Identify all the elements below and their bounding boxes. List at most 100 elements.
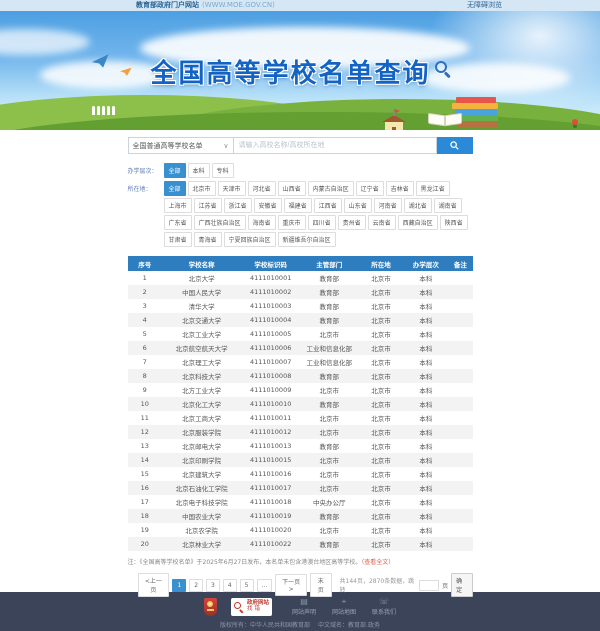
table-cell: 北京市 <box>359 383 404 397</box>
region-filter-24[interactable]: 贵州省 <box>338 215 366 230</box>
table-row: 3清华大学4111010003教育部北京市本科 <box>128 299 473 313</box>
page-jump-input[interactable] <box>419 580 439 591</box>
table-note: 注：《全国高等学校名单》于2025年6月27日发布，本名单未包含港澳台地区高等学… <box>128 557 473 566</box>
find-error-line2: 找错 <box>247 607 269 613</box>
table-cell: 3 <box>128 299 163 313</box>
region-filter-14[interactable]: 江西省 <box>314 198 342 213</box>
region-filter-21[interactable]: 海南省 <box>248 215 276 230</box>
table-cell <box>448 495 472 509</box>
region-filter-6[interactable]: 辽宁省 <box>356 181 384 196</box>
table-row: 16北京石油化工学院4111010017北京市北京市本科 <box>128 481 473 495</box>
search-input[interactable] <box>234 137 437 154</box>
table-row: 20北京林业大学4111010022教育部北京市本科 <box>128 537 473 551</box>
region-filter-8[interactable]: 黑龙江省 <box>416 181 450 196</box>
table-cell: 北京工业大学 <box>162 327 241 341</box>
region-filter-label: 所在地： <box>128 181 164 247</box>
level-filter-2[interactable]: 专科 <box>212 163 234 178</box>
page-button-2[interactable]: 2 <box>189 579 203 592</box>
region-filter-27[interactable]: 陕西省 <box>440 215 468 230</box>
region-filter-3[interactable]: 河北省 <box>248 181 276 196</box>
note-view-full-link[interactable]: （查看全文） <box>361 559 394 566</box>
table-cell: 北京市 <box>359 481 404 495</box>
region-filter-10[interactable]: 江苏省 <box>194 198 222 213</box>
prev-page-button[interactable]: <上一页 <box>138 573 170 597</box>
table-cell: 4111010022 <box>241 537 300 551</box>
accessibility-link[interactable]: 无障碍浏览 <box>467 0 502 11</box>
party-gov-badge-icon[interactable] <box>204 598 217 616</box>
region-filter-7[interactable]: 吉林省 <box>386 181 414 196</box>
table-cell: 清华大学 <box>162 299 241 313</box>
last-page-button[interactable]: 末页 <box>310 573 331 597</box>
region-filter-16[interactable]: 河南省 <box>374 198 402 213</box>
table-header-cell: 办学层次 <box>403 256 448 271</box>
table-header-cell: 主管部门 <box>300 256 359 271</box>
table-cell: 4111010002 <box>241 285 300 299</box>
table-cell: 4111010013 <box>241 439 300 453</box>
table-cell: 北京市 <box>359 271 404 285</box>
site-error-report-badge[interactable]: 政府网站 找错 <box>231 598 272 616</box>
flower-illustration <box>572 119 578 125</box>
chevron-down-icon: ∨ <box>223 142 228 150</box>
region-filter-25[interactable]: 云南省 <box>368 215 396 230</box>
page-button-5[interactable]: 5 <box>240 579 254 592</box>
next-page-button[interactable]: 下一页> <box>275 574 307 596</box>
region-filter-26[interactable]: 西藏自治区 <box>398 215 438 230</box>
region-filter-23[interactable]: 四川省 <box>308 215 336 230</box>
region-filter-2[interactable]: 天津市 <box>218 181 246 196</box>
footer-link-1[interactable]: ⌖网站地图 <box>332 598 356 616</box>
table-row: 14北京印刷学院4111010015北京市北京市本科 <box>128 453 473 467</box>
region-filter-11[interactable]: 浙江省 <box>224 198 252 213</box>
level-filter-1[interactable]: 本科 <box>188 163 210 178</box>
table-row: 6北京航空航天大学4111010006工业和信息化部北京市本科 <box>128 341 473 355</box>
region-filter-4[interactable]: 山西省 <box>278 181 306 196</box>
region-filter-29[interactable]: 青海省 <box>194 232 222 247</box>
table-cell: 北京市 <box>300 453 359 467</box>
table-cell: 北京交通大学 <box>162 313 241 327</box>
table-row: 4北京交通大学4111010004教育部北京市本科 <box>128 313 473 327</box>
region-filter-18[interactable]: 湖南省 <box>434 198 462 213</box>
region-filter-15[interactable]: 山东省 <box>344 198 372 213</box>
region-filter-28[interactable]: 甘肃省 <box>164 232 192 247</box>
cloud-illustration <box>0 29 90 55</box>
table-cell: 北京大学 <box>162 271 241 285</box>
search-button[interactable] <box>437 137 473 154</box>
page-button-3[interactable]: 3 <box>206 579 220 592</box>
region-filter-5[interactable]: 内蒙古自治区 <box>308 181 354 196</box>
domain-text: 中文域名：教育部.政务 <box>318 622 380 629</box>
level-filter-0[interactable]: 全部 <box>164 163 186 178</box>
page-button-4[interactable]: 4 <box>223 579 237 592</box>
site-name: 教育部政府门户网站 <box>136 1 199 9</box>
region-buttons: 全部北京市天津市河北省山西省内蒙古自治区辽宁省吉林省黑龙江省上海市江苏省浙江省安… <box>164 181 473 247</box>
table-row: 12北京服装学院4111010012北京市北京市本科 <box>128 425 473 439</box>
region-filter-13[interactable]: 福建省 <box>284 198 312 213</box>
table-cell: 北京农学院 <box>162 523 241 537</box>
page-title-text: 全国高等学校名单查询 <box>150 53 430 90</box>
region-filter-0[interactable]: 全部 <box>164 181 186 196</box>
confirm-button[interactable]: 确定 <box>451 573 472 597</box>
page-button-1[interactable]: 1 <box>172 579 186 592</box>
table-header-cell: 所在地 <box>359 256 404 271</box>
footer-link-0[interactable]: ▤网站声明 <box>292 598 316 616</box>
region-filter-22[interactable]: 重庆市 <box>278 215 306 230</box>
region-filter-17[interactable]: 湖北省 <box>404 198 432 213</box>
region-filter-20[interactable]: 广西壮族自治区 <box>194 215 246 230</box>
region-filter-19[interactable]: 广东省 <box>164 215 192 230</box>
search-category-select[interactable]: 全国普通高等学校名单 ∨ <box>128 137 234 154</box>
table-cell: 4111010009 <box>241 383 300 397</box>
region-filter-31[interactable]: 新疆维吾尔自治区 <box>278 232 336 247</box>
table-cell: 北京石油化工学院 <box>162 481 241 495</box>
region-filter-30[interactable]: 宁夏回族自治区 <box>224 232 276 247</box>
table-cell <box>448 439 472 453</box>
region-filter-12[interactable]: 安徽省 <box>254 198 282 213</box>
table-cell: 4111010011 <box>241 411 300 425</box>
ellipsis-button[interactable]: ... <box>257 579 273 592</box>
table-cell: 9 <box>128 383 163 397</box>
table-cell <box>448 369 472 383</box>
region-filter-1[interactable]: 北京市 <box>188 181 216 196</box>
footer-link-2[interactable]: ☏联系我们 <box>372 598 396 616</box>
table-cell <box>448 537 472 551</box>
table-cell: 教育部 <box>300 537 359 551</box>
table-cell: 北京服装学院 <box>162 425 241 439</box>
table-cell: 本科 <box>403 453 448 467</box>
region-filter-9[interactable]: 上海市 <box>164 198 192 213</box>
